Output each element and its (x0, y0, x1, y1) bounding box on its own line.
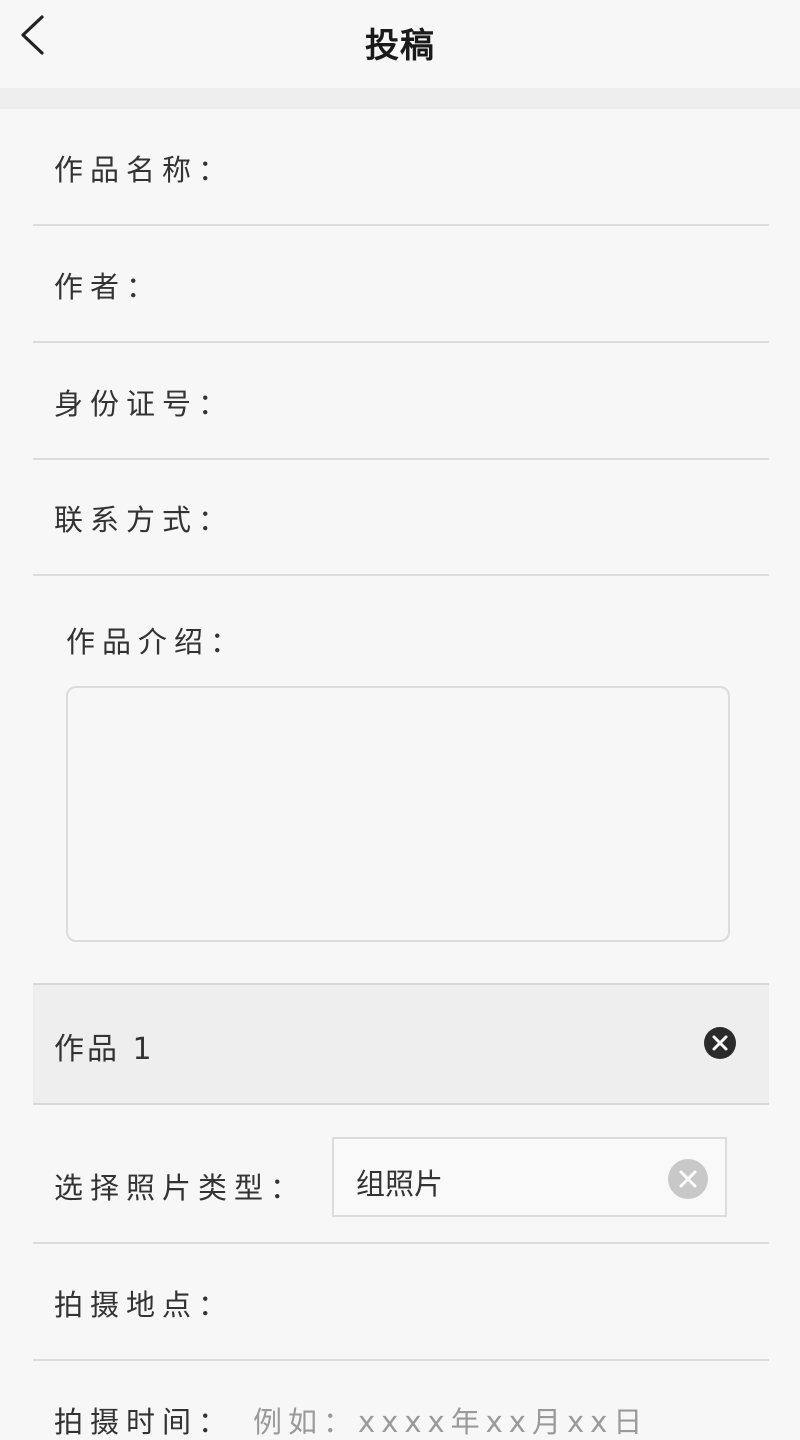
remove-work-button[interactable] (703, 1026, 737, 1060)
work-name-row: 作品名称： (33, 109, 769, 226)
work-name-label: 作品名称： (54, 153, 235, 187)
contact-row: 联系方式： (33, 459, 769, 576)
clear-photo-type-button[interactable] (667, 1158, 709, 1200)
location-label: 拍摄地点： (54, 1288, 235, 1322)
work-section-header: 作品 1 (33, 983, 769, 1105)
work-name-input[interactable] (253, 139, 759, 191)
photo-type-label: 选择照片类型： (54, 1171, 307, 1205)
author-input[interactable] (253, 256, 759, 308)
work-title: 作品 1 (54, 1032, 155, 1067)
photo-type-row: 选择照片类型： 组照片 (33, 1105, 769, 1244)
contact-input[interactable] (253, 489, 759, 541)
photo-type-value: 组照片 (356, 1167, 444, 1201)
location-input[interactable] (253, 1274, 759, 1326)
submission-page: 投稿 作品名称： 作者： 身份证号： 联系方式： 作品介绍： 作品 1 选择照片… (0, 0, 800, 1440)
clear-circle-icon (668, 1159, 708, 1199)
location-row: 拍摄地点： (33, 1244, 769, 1361)
intro-textarea[interactable] (66, 686, 730, 942)
time-row: 拍摄时间： 例如：xxxx年xx月xx日 (33, 1361, 769, 1440)
author-row: 作者： (33, 226, 769, 343)
id-number-input[interactable] (253, 373, 759, 425)
contact-label: 联系方式： (54, 503, 235, 537)
close-circle-icon (704, 1027, 736, 1059)
id-number-label: 身份证号： (54, 387, 235, 421)
time-label: 拍摄时间： (54, 1405, 235, 1439)
id-number-row: 身份证号： (33, 343, 769, 460)
time-input[interactable]: 例如：xxxx年xx月xx日 (253, 1399, 648, 1440)
header-divider (0, 88, 800, 109)
author-label: 作者： (54, 270, 163, 304)
page-title: 投稿 (365, 26, 435, 66)
photo-type-select[interactable]: 组照片 (332, 1137, 727, 1217)
intro-label: 作品介绍： (66, 625, 247, 659)
top-bar: 投稿 (0, 0, 800, 88)
